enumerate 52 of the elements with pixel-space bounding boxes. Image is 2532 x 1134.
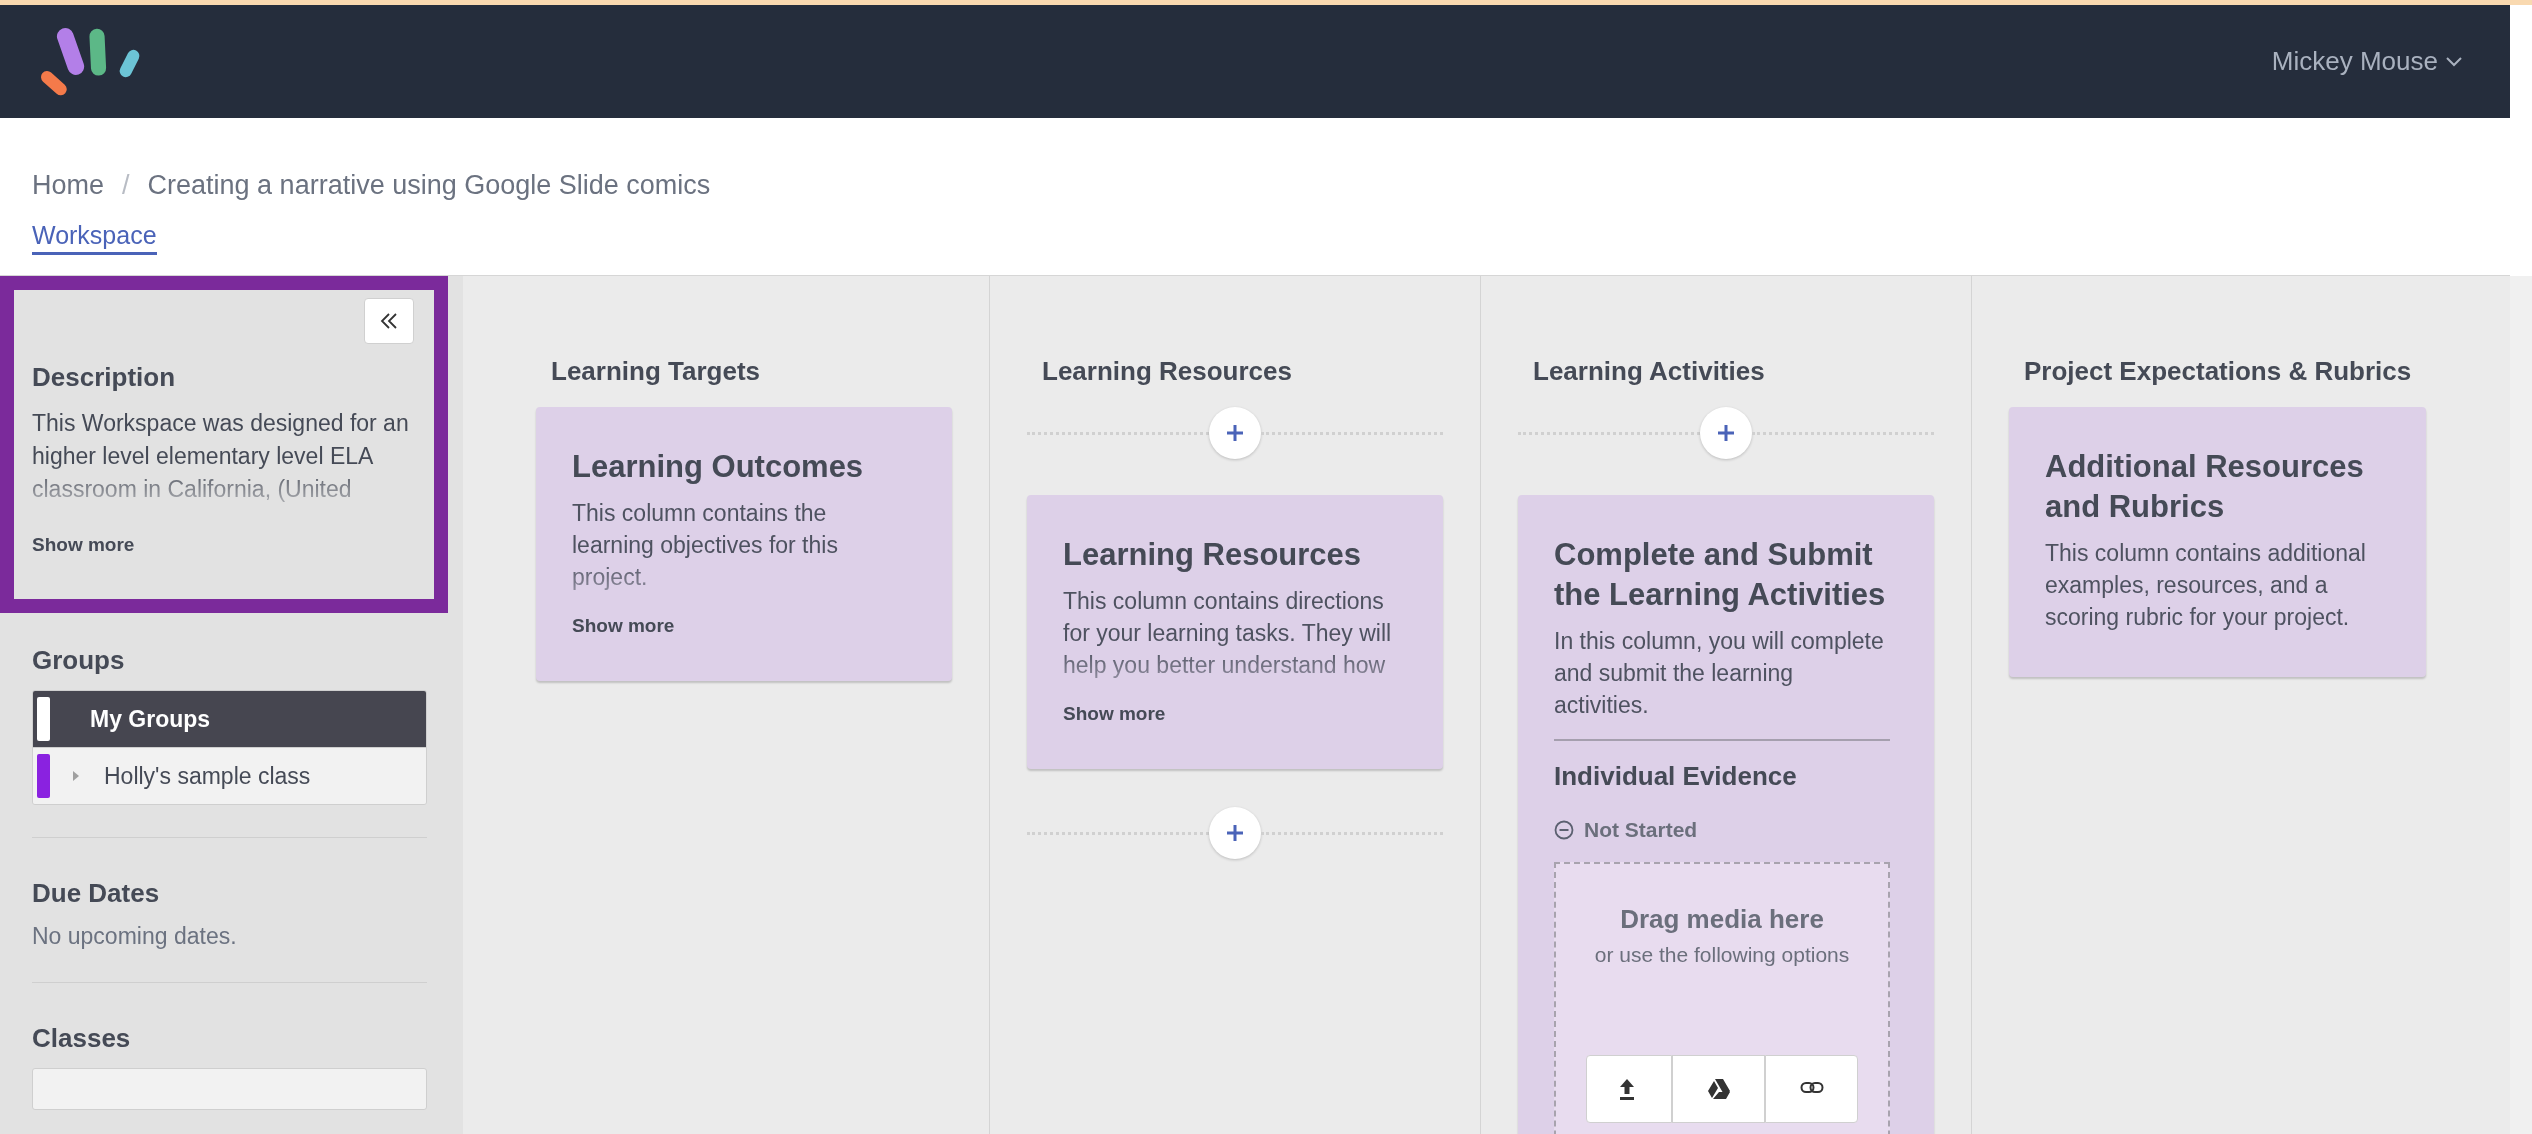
- status-label: Not Started: [1584, 818, 1698, 842]
- user-menu[interactable]: Mickey Mouse: [2271, 46, 2462, 77]
- collapse-button[interactable]: [364, 298, 414, 344]
- column-title: Learning Activities: [1533, 356, 1766, 387]
- group-item[interactable]: Holly's sample class: [33, 747, 426, 804]
- minus-circle-icon: [1554, 820, 1574, 840]
- caret-right-icon: [72, 770, 80, 782]
- card-title: Additional Resources and Rubrics: [2045, 448, 2365, 526]
- column-title: Learning Targets: [551, 356, 761, 387]
- upload-button[interactable]: [1586, 1055, 1673, 1123]
- chevron-down-icon: [2446, 56, 2462, 67]
- group-item[interactable]: My Groups: [33, 691, 426, 747]
- content-card[interactable]: Complete and Submit the Learning Activities In this column, you will complete and submit the learning activities. Individual Evidence Not Started Drag media here or use the following options: [1518, 495, 1934, 1134]
- column-title: Learning Resources: [1042, 356, 1293, 387]
- triangle-logo-icon: [1706, 1077, 1731, 1101]
- breadcrumb-item: Creating a narrative using Google Slide comics: [147, 170, 711, 201]
- card-text: In this column, you will complete and submit the learning activities.: [1554, 627, 1885, 720]
- section-title: Description: [32, 362, 177, 393]
- content-card[interactable]: Learning Outcomes This column contains the learning objectives for this project. Show more: [536, 407, 952, 681]
- plus-icon: [1716, 423, 1736, 443]
- section-title: Due Dates: [32, 878, 161, 909]
- drop-zone[interactable]: Drag media here or use the following options: [1554, 862, 1890, 1134]
- card-title: Learning Outcomes: [572, 448, 865, 486]
- double-chevron-left-icon: [380, 313, 398, 329]
- card-title: Complete and Submit the Learning Activities: [1554, 536, 1887, 614]
- drop-zone-hint: or use the following options: [1593, 943, 1851, 967]
- add-button[interactable]: [1209, 407, 1261, 459]
- triangle-logo-button[interactable]: [1672, 1055, 1766, 1123]
- card-title: Learning Resources: [1063, 536, 1363, 574]
- section-title: Classes: [32, 1023, 132, 1054]
- evidence-title: Individual Evidence: [1554, 761, 1798, 792]
- drop-zone-title: Drag media here: [1619, 904, 1825, 935]
- section-title: Groups: [32, 645, 126, 676]
- content-card[interactable]: Additional Resources and Rubrics This column contains additional examples, resources, and a scoring rubric for your project.: [2009, 407, 2426, 677]
- breadcrumb-item[interactable]: Home: [32, 170, 105, 201]
- card-text: This column contains the learning objectives for this project.: [572, 499, 839, 592]
- show-more-link[interactable]: Show more: [572, 615, 675, 637]
- show-more-link[interactable]: Show more: [32, 534, 135, 556]
- column-title: Project Expectations & Rubrics: [2024, 356, 2413, 387]
- add-button[interactable]: [1209, 807, 1261, 859]
- scrollbar[interactable]: [2510, 276, 2532, 1134]
- breadcrumb-separator: /: [122, 170, 130, 201]
- card-text: This column contains directions for your learning tasks. They will help you better understand how: [1063, 587, 1393, 680]
- add-button[interactable]: [1700, 407, 1752, 459]
- description-text: This Workspace was designed for an higher level elementary level ELA classroom in California, (United: [32, 409, 410, 504]
- card-text: This column contains additional examples, resources, and a scoring rubric for your project.: [2045, 539, 2367, 632]
- empty-message: No upcoming dates.: [32, 923, 238, 950]
- content-card[interactable]: Learning Resources This column contains directions for your learning tasks. They will help you better understand how Show more: [1027, 495, 1443, 769]
- plus-icon: [1225, 423, 1245, 443]
- plus-icon: [1225, 823, 1245, 843]
- tab[interactable]: Workspace: [32, 221, 157, 255]
- show-more-link[interactable]: Show more: [1063, 703, 1166, 725]
